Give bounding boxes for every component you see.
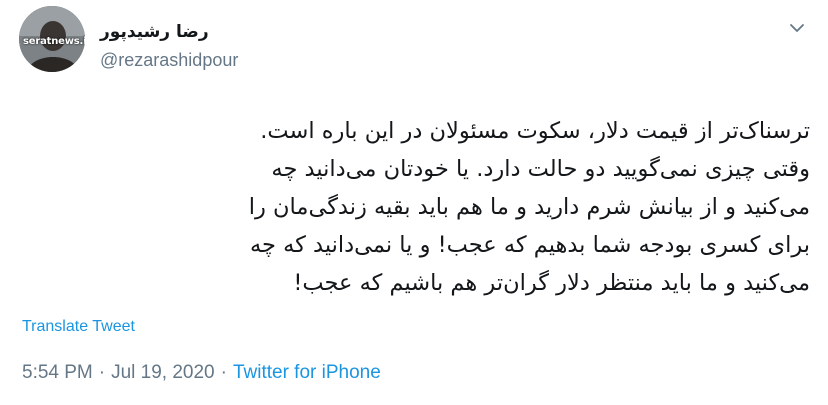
tweet-line: می‌کنید و از بیانش شرم دارید و ما هم بای… <box>248 194 810 220</box>
more-options-button[interactable] <box>787 18 807 38</box>
translate-tweet-link[interactable]: Translate Tweet <box>22 318 135 336</box>
tweet-text: ترسناک‌تر از قیمت دلار، سکوت مسئولان در … <box>22 112 810 302</box>
metadata-separator: · <box>98 362 106 383</box>
avatar-watermark: seratnews.ir <box>23 36 85 47</box>
tweet-source-link[interactable]: Twitter for iPhone <box>233 362 381 383</box>
tweet-line: وقتی چیزی نمی‌گویید دو حالت دارد. یا خود… <box>271 156 810 182</box>
author-handle[interactable]: @rezarashidpour <box>100 50 238 71</box>
tweet-line: ترسناک‌تر از قیمت دلار، سکوت مسئولان در … <box>260 118 810 144</box>
metadata-separator: · <box>220 362 227 383</box>
tweet-time[interactable]: 5:54 PM <box>22 362 93 383</box>
tweet-line: برای کسری بودجه شما بدهیم که عجب! و یا ن… <box>249 232 810 258</box>
avatar[interactable]: seratnews.ir <box>19 6 85 72</box>
author-display-name[interactable]: رضا رشیدپور <box>100 22 209 42</box>
chevron-down-icon <box>790 24 804 32</box>
tweet-metadata: 5:54 PM · Jul 19, 2020 · Twitter for iPhone <box>22 362 381 384</box>
tweet-date[interactable]: Jul 19, 2020 <box>111 362 215 383</box>
tweet-line: می‌کنید و ما باید منتظر دلار گران‌تر هم … <box>293 270 810 296</box>
